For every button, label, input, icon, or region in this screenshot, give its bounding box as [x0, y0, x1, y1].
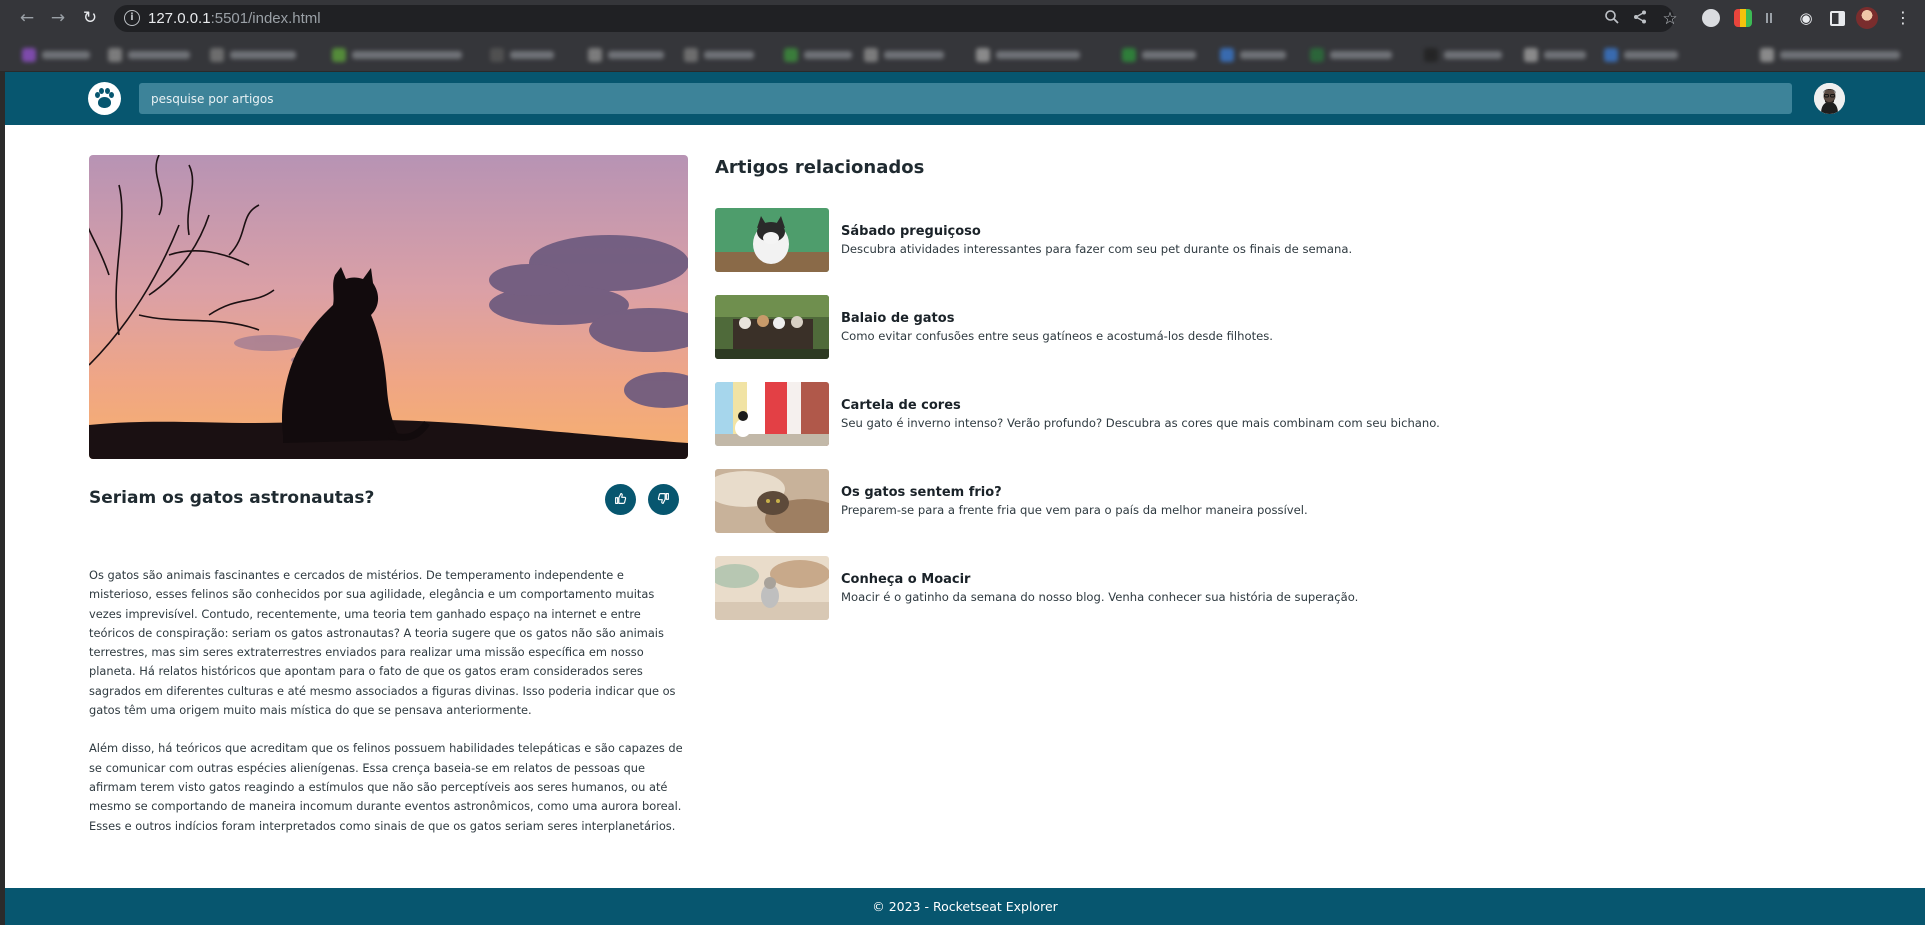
related-article-title[interactable]: Cartela de cores — [841, 398, 961, 413]
article-body: Os gatos são animais fascinantes e cerca… — [89, 566, 689, 855]
profile-avatar[interactable] — [1856, 7, 1878, 29]
page-viewport: Seriam os gatos astronautas? Os gatos sã… — [5, 72, 1925, 925]
search-input[interactable] — [139, 83, 1792, 114]
related-article[interactable]: Cartela de cores Seu gato é inverno inte… — [715, 382, 1515, 446]
puzzle-icon[interactable]: ◉ — [1796, 8, 1816, 28]
related-article-thumbnail[interactable] — [715, 382, 829, 446]
dislike-button[interactable] — [648, 484, 679, 515]
related-article-description: Descubra atividades interessantes para f… — [841, 242, 1353, 256]
star-icon[interactable]: ☆ — [1660, 9, 1680, 29]
extension-icon[interactable] — [1702, 9, 1720, 27]
related-article-title[interactable]: Conheça o Moacir — [841, 572, 970, 587]
bookmark-item[interactable] — [1122, 46, 1196, 64]
thumbs-down-icon — [657, 492, 670, 508]
bookmark-item[interactable] — [22, 46, 90, 64]
bookmark-item[interactable] — [1604, 46, 1678, 64]
site-header — [5, 72, 1925, 125]
bookmark-item[interactable] — [1310, 46, 1392, 64]
related-article-title[interactable]: Balaio de gatos — [841, 311, 954, 326]
article-paragraph: Os gatos são animais fascinantes e cerca… — [89, 568, 676, 718]
bookmark-item[interactable] — [1524, 46, 1586, 64]
paw-icon[interactable] — [88, 82, 121, 115]
related-article-description: Moacir é o gatinho da semana do nosso bl… — [841, 590, 1359, 604]
footer-copyright: © 2023 - Rocketseat Explorer — [872, 899, 1058, 914]
related-article-thumbnail[interactable] — [715, 556, 829, 620]
bookmark-item[interactable] — [332, 46, 462, 64]
article-paragraph: Além disso, há teóricos que acreditam qu… — [89, 741, 683, 833]
bookmark-item[interactable] — [1220, 46, 1286, 64]
site-footer: © 2023 - Rocketseat Explorer — [5, 888, 1925, 925]
zoom-icon[interactable] — [1602, 9, 1622, 29]
related-article-title[interactable]: Os gatos sentem frio? — [841, 485, 1002, 500]
kebab-menu-icon[interactable]: ⋮ — [1893, 8, 1913, 28]
pause-icon[interactable] — [1766, 13, 1772, 23]
extension-grid-icon[interactable] — [1734, 9, 1752, 27]
address-bar[interactable]: i 127.0.0.1:5501/index.html ☆ — [114, 5, 1678, 32]
related-article[interactable]: Balaio de gatos Como evitar confusões en… — [715, 295, 1515, 359]
side-panel-icon[interactable] — [1830, 11, 1845, 26]
related-article-title[interactable]: Sábado preguiçoso — [841, 224, 981, 239]
bookmark-item[interactable] — [1760, 46, 1900, 64]
article-hero-image — [89, 155, 688, 459]
share-icon[interactable] — [1630, 9, 1650, 29]
arrow-right-icon[interactable]: → — [48, 8, 68, 28]
avatar[interactable] — [1814, 83, 1845, 114]
related-article[interactable]: Os gatos sentem frio? Preparem-se para a… — [715, 469, 1515, 533]
reload-icon[interactable]: ↻ — [80, 8, 100, 28]
bookmark-item[interactable] — [684, 46, 754, 64]
bookmark-item[interactable] — [784, 46, 852, 64]
arrow-left-icon[interactable]: ← — [17, 8, 37, 28]
bookmark-item[interactable] — [490, 46, 554, 64]
related-article-thumbnail[interactable] — [715, 469, 829, 533]
related-article-thumbnail[interactable] — [715, 208, 829, 272]
bookmark-item[interactable] — [588, 46, 664, 64]
bookmark-item[interactable] — [108, 46, 190, 64]
bookmark-item[interactable] — [210, 46, 296, 64]
related-article-description: Como evitar confusões entre seus gatíneo… — [841, 329, 1273, 343]
browser-toolbar: ← → ↻ i 127.0.0.1:5501/index.html ☆ ◉ ⋮ — [0, 0, 1925, 37]
article-title: Seriam os gatos astronautas? — [89, 488, 375, 508]
like-button[interactable] — [605, 484, 636, 515]
url-text[interactable]: 127.0.0.1:5501/index.html — [148, 10, 321, 27]
related-article-description: Seu gato é inverno intenso? Verão profun… — [841, 416, 1440, 430]
related-article[interactable]: Conheça o Moacir Moacir é o gatinho da s… — [715, 556, 1515, 620]
bookmark-item[interactable] — [976, 46, 1080, 64]
site-info-icon[interactable]: i — [124, 10, 140, 26]
thumbs-up-icon — [614, 492, 627, 508]
related-article-description: Preparem-se para a frente fria que vem p… — [841, 503, 1308, 517]
related-article[interactable]: Sábado preguiçoso Descubra atividades in… — [715, 208, 1515, 272]
bookmark-item[interactable] — [864, 46, 944, 64]
related-articles-heading: Artigos relacionados — [715, 157, 925, 178]
bookmark-item[interactable] — [1424, 46, 1502, 64]
bookmarks-bar — [0, 37, 1925, 72]
related-article-thumbnail[interactable] — [715, 295, 829, 359]
